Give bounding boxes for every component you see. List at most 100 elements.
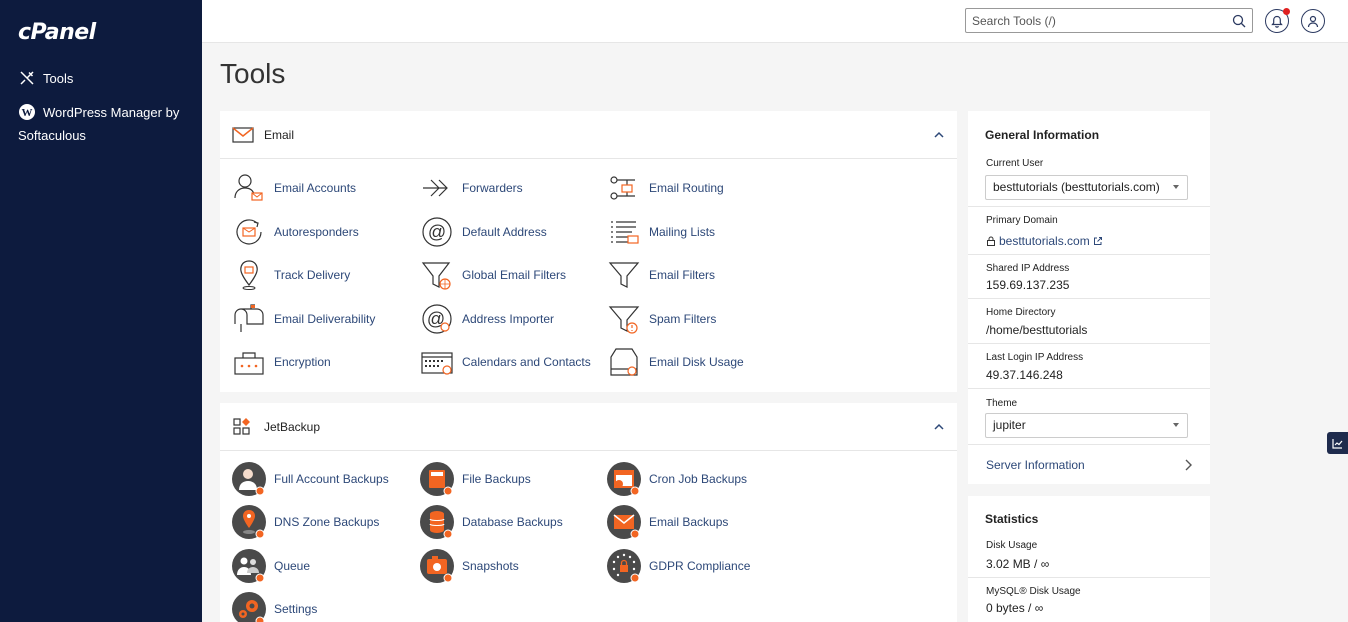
email-panel-header[interactable]: Email bbox=[220, 111, 957, 159]
settings-tool[interactable]: Settings bbox=[232, 592, 317, 622]
jetbackup-panel: JetBackup Full Account Backups File Back… bbox=[220, 403, 957, 622]
settings-icon bbox=[232, 592, 266, 622]
home-directory-value: /home/besttutorials bbox=[986, 323, 1088, 337]
spam-filters-icon bbox=[608, 306, 640, 334]
last-login-row: Last Login IP Address 49.37.146.248 bbox=[968, 343, 1210, 388]
current-user-select[interactable]: besttutorials (besttutorials.com) bbox=[985, 175, 1188, 200]
theme-label: Theme bbox=[986, 398, 1018, 409]
cpanel-logo[interactable]: cPanel bbox=[18, 20, 96, 45]
chevron-up-icon[interactable] bbox=[933, 421, 945, 433]
mysql-usage-row: MySQL® Disk Usage 0 bytes / ∞ bbox=[968, 577, 1210, 622]
server-information-link[interactable]: Server Information bbox=[986, 458, 1085, 472]
global-email-filters-tool[interactable]: Global Email Filters bbox=[420, 258, 566, 292]
calendars-contacts-icon bbox=[421, 352, 453, 375]
default-address-tool[interactable]: @ Default Address bbox=[420, 215, 547, 249]
encryption-tool[interactable]: Encryption bbox=[232, 345, 331, 379]
snapshots-tool[interactable]: Snapshots bbox=[420, 549, 519, 583]
spam-filters-tool[interactable]: Spam Filters bbox=[607, 302, 716, 336]
default-address-icon: @ bbox=[422, 217, 452, 247]
gdpr-compliance-icon bbox=[607, 549, 641, 583]
jetbackup-panel-header[interactable]: JetBackup bbox=[220, 403, 957, 451]
tool-label: Spam Filters bbox=[649, 312, 717, 326]
email-backups-tool[interactable]: Email Backups bbox=[607, 505, 728, 539]
tool-label: Settings bbox=[274, 602, 318, 616]
sidebar-item-tools[interactable]: Tools bbox=[18, 67, 73, 90]
mysql-usage-value: 0 bytes / ∞ bbox=[986, 601, 1044, 615]
email-filters-icon bbox=[608, 262, 640, 288]
search-box[interactable] bbox=[965, 8, 1253, 33]
general-information-card: General Information Current User besttut… bbox=[968, 111, 1210, 484]
theme-select[interactable]: jupiter bbox=[985, 413, 1188, 438]
tools-icon bbox=[20, 71, 34, 85]
page-title: Tools bbox=[220, 58, 286, 89]
queue-tool[interactable]: Queue bbox=[232, 549, 310, 583]
address-importer-tool[interactable]: @ Address Importer bbox=[420, 302, 554, 336]
email-filters-tool[interactable]: Email Filters bbox=[607, 258, 715, 292]
autoresponders-tool[interactable]: Autoresponders bbox=[232, 215, 359, 249]
tool-label: Email Accounts bbox=[274, 181, 357, 195]
svg-text:@: @ bbox=[428, 222, 446, 242]
external-link-icon bbox=[1093, 237, 1102, 245]
current-user-label: Current User bbox=[986, 158, 1044, 169]
full-account-backups-icon bbox=[232, 462, 266, 496]
tool-label: DNS Zone Backups bbox=[274, 515, 380, 529]
theme-row: Theme jupiter bbox=[968, 388, 1210, 444]
panel-title: Email bbox=[264, 127, 295, 142]
tool-label: Full Account Backups bbox=[274, 472, 389, 486]
theme-value: jupiter bbox=[993, 418, 1026, 432]
tool-label: Queue bbox=[274, 559, 311, 573]
email-accounts-tool[interactable]: Email Accounts bbox=[232, 171, 356, 205]
card-title: General Information bbox=[985, 128, 1100, 142]
search-icon[interactable] bbox=[1232, 14, 1246, 28]
dns-zone-backups-icon bbox=[232, 505, 266, 539]
chevron-up-icon[interactable] bbox=[933, 129, 945, 141]
shared-ip-label: Shared IP Address bbox=[986, 263, 1070, 274]
tool-label: Global Email Filters bbox=[462, 268, 567, 282]
tool-label: File Backups bbox=[462, 472, 531, 486]
tool-label: Email Deliverability bbox=[274, 312, 376, 326]
analytics-side-button[interactable] bbox=[1327, 432, 1348, 454]
tool-label: Default Address bbox=[462, 225, 547, 239]
bell-icon bbox=[1271, 15, 1283, 28]
current-user-value: besttutorials (besttutorials.com) bbox=[993, 180, 1160, 194]
chevron-right-icon bbox=[1185, 459, 1192, 471]
sidebar-item-wordpress[interactable]: W WordPress Manager by Softaculous bbox=[18, 101, 198, 147]
mailing-lists-tool[interactable]: Mailing Lists bbox=[607, 215, 715, 249]
tool-label: Forwarders bbox=[462, 181, 523, 195]
tool-label: GDPR Compliance bbox=[649, 559, 751, 573]
track-delivery-tool[interactable]: Track Delivery bbox=[232, 258, 350, 292]
notifications-button[interactable] bbox=[1265, 8, 1290, 33]
calendars-contacts-tool[interactable]: Calendars and Contacts bbox=[420, 345, 591, 379]
file-backups-tool[interactable]: File Backups bbox=[420, 462, 531, 496]
email-backups-icon bbox=[607, 505, 641, 539]
gdpr-compliance-tool[interactable]: GDPR Compliance bbox=[607, 549, 750, 583]
dns-zone-backups-tool[interactable]: DNS Zone Backups bbox=[232, 505, 379, 539]
database-backups-tool[interactable]: Database Backups bbox=[420, 505, 563, 539]
tool-label: Email Disk Usage bbox=[649, 355, 744, 369]
top-header bbox=[202, 0, 1348, 43]
tool-label: Email Filters bbox=[649, 268, 716, 282]
user-menu-button[interactable] bbox=[1301, 9, 1325, 33]
jetbackup-icon bbox=[233, 417, 250, 435]
tool-label: Mailing Lists bbox=[649, 225, 716, 239]
email-routing-icon bbox=[610, 176, 635, 200]
email-deliverability-tool[interactable]: Email Deliverability bbox=[232, 302, 375, 336]
forwarders-tool[interactable]: Forwarders bbox=[420, 171, 523, 205]
tool-label: Snapshots bbox=[462, 559, 519, 573]
tool-label: Track Delivery bbox=[274, 268, 351, 282]
email-disk-usage-icon bbox=[610, 348, 638, 376]
tool-label: Encryption bbox=[274, 355, 331, 369]
full-account-backups-tool[interactable]: Full Account Backups bbox=[232, 462, 389, 496]
tool-label: Email Backups bbox=[649, 515, 729, 529]
server-information-row[interactable]: Server Information bbox=[968, 444, 1210, 484]
forwarders-icon bbox=[423, 179, 448, 197]
email-routing-tool[interactable]: Email Routing bbox=[607, 171, 724, 205]
primary-domain-link[interactable]: besttutorials.com bbox=[986, 234, 1103, 248]
primary-domain-value: besttutorials.com bbox=[999, 234, 1090, 248]
email-disk-usage-tool[interactable]: Email Disk Usage bbox=[607, 345, 744, 379]
statistics-card: Statistics Disk Usage 3.02 MB / ∞ MySQL®… bbox=[968, 496, 1210, 622]
cron-job-backups-tool[interactable]: Cron Job Backups bbox=[607, 462, 747, 496]
search-input[interactable] bbox=[966, 9, 1221, 32]
notification-badge bbox=[1283, 8, 1290, 15]
tool-label: Email Routing bbox=[649, 181, 724, 195]
